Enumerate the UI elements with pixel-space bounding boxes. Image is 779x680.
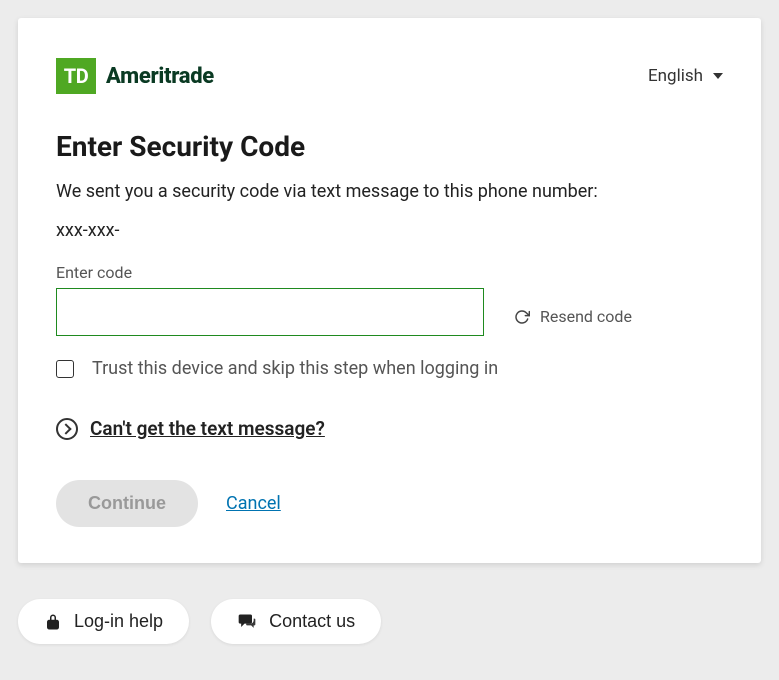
caret-down-icon bbox=[713, 73, 723, 79]
code-column: Enter code bbox=[56, 263, 484, 336]
action-buttons: Continue Cancel bbox=[56, 480, 723, 527]
chat-icon bbox=[237, 612, 257, 632]
trust-device-row[interactable]: Trust this device and skip this step whe… bbox=[56, 358, 723, 379]
trust-device-checkbox[interactable] bbox=[56, 360, 74, 378]
contact-us-button[interactable]: Contact us bbox=[211, 599, 381, 644]
footer-buttons: Log-in help Contact us bbox=[18, 599, 761, 644]
brand-name: Ameritrade bbox=[106, 64, 214, 89]
instruction-text: We sent you a security code via text mes… bbox=[56, 181, 723, 202]
contact-us-label: Contact us bbox=[269, 611, 355, 632]
login-help-button[interactable]: Log-in help bbox=[18, 599, 189, 644]
card-header: TD Ameritrade English bbox=[56, 58, 723, 94]
security-code-card: TD Ameritrade English Enter Security Cod… bbox=[18, 18, 761, 563]
language-selector[interactable]: English bbox=[648, 66, 723, 86]
login-help-label: Log-in help bbox=[74, 611, 163, 632]
continue-button[interactable]: Continue bbox=[56, 480, 198, 527]
td-logo-box: TD bbox=[56, 58, 96, 94]
refresh-icon bbox=[514, 309, 530, 325]
cancel-link[interactable]: Cancel bbox=[226, 493, 281, 514]
chevron-right-circle-icon bbox=[56, 418, 78, 440]
code-entry-row: Enter code Resend code bbox=[56, 263, 723, 336]
code-input-label: Enter code bbox=[56, 263, 484, 282]
security-code-input[interactable] bbox=[56, 288, 484, 336]
trust-device-label: Trust this device and skip this step whe… bbox=[92, 358, 498, 379]
brand-logo: TD Ameritrade bbox=[56, 58, 214, 94]
resend-code-button[interactable]: Resend code bbox=[514, 307, 632, 326]
resend-label: Resend code bbox=[540, 307, 632, 326]
cant-get-text-row[interactable]: Can't get the text message? bbox=[56, 417, 723, 440]
lock-icon bbox=[44, 612, 62, 632]
language-label: English bbox=[648, 66, 703, 86]
page-title: Enter Security Code bbox=[56, 130, 723, 163]
masked-phone-number: xxx-xxx- bbox=[56, 220, 723, 241]
cant-get-text-link[interactable]: Can't get the text message? bbox=[90, 417, 325, 440]
